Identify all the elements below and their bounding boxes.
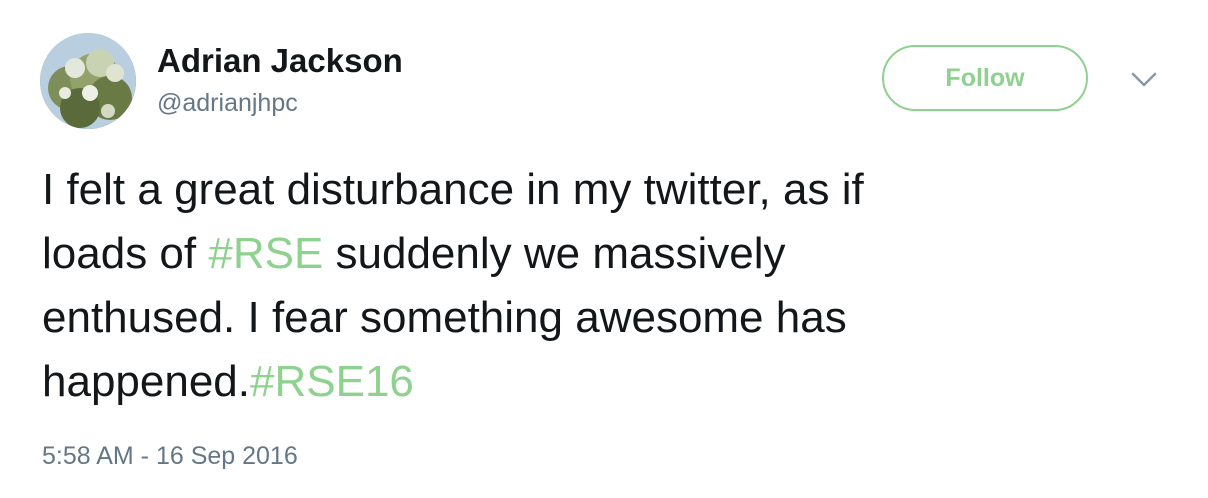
tweet-text-segment: happened.: [42, 357, 250, 406]
tweet-text: I felt a great disturbance in my twitter…: [42, 158, 1172, 414]
tweet-menu-button[interactable]: [1126, 64, 1162, 94]
tweet-text-line: happened.#RSE16: [42, 350, 1172, 414]
tweet-text-segment: loads of: [42, 229, 209, 278]
tweet-card: Adrian Jackson @adrianjhpc Follow I felt…: [0, 0, 1208, 498]
tweet-timestamp[interactable]: 5:58 AM - 16 Sep 2016: [42, 441, 298, 471]
hashtag-link[interactable]: #RSE16: [250, 357, 414, 406]
avatar-photo-icon: [40, 33, 136, 129]
chevron-down-icon: [1131, 72, 1157, 87]
author-handle[interactable]: @adrianjhpc: [157, 88, 298, 118]
tweet-text-line: enthused. I fear something awesome has: [42, 293, 847, 342]
follow-button[interactable]: Follow: [882, 45, 1088, 111]
hashtag-link[interactable]: #RSE: [208, 229, 323, 278]
tweet-text-segment: suddenly we massively: [323, 229, 786, 278]
avatar[interactable]: [40, 33, 136, 129]
author-display-name[interactable]: Adrian Jackson: [157, 42, 403, 80]
tweet-text-line: loads of #RSE suddenly we massively: [42, 222, 1172, 286]
tweet-text-line: I felt a great disturbance in my twitter…: [42, 165, 864, 214]
